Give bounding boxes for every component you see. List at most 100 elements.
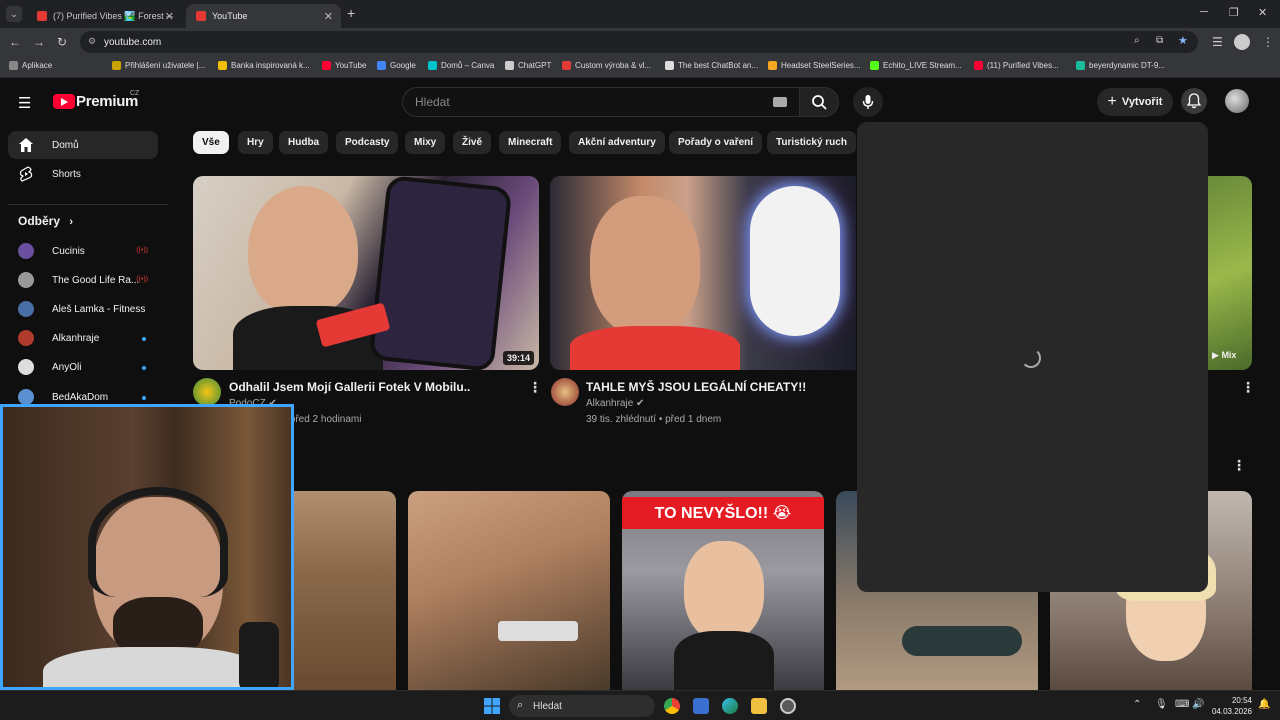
subscription-item[interactable]: AnyOli [8, 353, 158, 381]
back-icon[interactable]: ← [9, 35, 21, 49]
bookmark-item[interactable]: ChatGPT [505, 61, 551, 70]
shorts-menu-icon[interactable]: ⋮ [1232, 457, 1246, 474]
browser-menu-icon[interactable]: ⋮ [1262, 35, 1274, 49]
tab-search-icon[interactable]: ⌄ [6, 6, 22, 22]
store-icon[interactable] [693, 698, 709, 714]
system-clock[interactable]: 20:54 04.03.2026 [1210, 695, 1252, 717]
video-menu-icon[interactable]: ⋮ [528, 379, 542, 396]
webcam-overlay [0, 404, 294, 690]
new-content-dot-icon [142, 366, 146, 370]
bookmark-item[interactable]: Custom výroba & vl... [562, 61, 651, 70]
close-window-icon[interactable]: ✕ [1258, 6, 1267, 19]
channel-name[interactable]: Alkanhraje ✔ [586, 398, 644, 409]
zoom-icon[interactable]: ⌕ [1134, 35, 1140, 46]
subscription-name: The Good Life Ra... [52, 274, 140, 286]
filter-chip[interactable]: Podcasty [336, 131, 399, 154]
bookmark-item[interactable]: Aplikace [9, 61, 52, 70]
clock-time: 20:54 [1231, 696, 1252, 705]
subscriptions-heading[interactable]: Odběry › [18, 214, 73, 228]
keyboard-icon[interactable] [773, 97, 787, 107]
sidebar-item-home[interactable]: Domů [8, 131, 158, 159]
new-content-dot-icon [142, 396, 146, 400]
bookmark-favicon-icon [1076, 61, 1085, 70]
video-thumbnail[interactable] [550, 176, 856, 370]
url-input[interactable]: ⚙ youtube.com ⌕ ⧉ ★ [80, 31, 1198, 53]
account-avatar[interactable] [1225, 89, 1249, 113]
close-tab-icon[interactable]: ✕ [324, 10, 333, 23]
bookmark-favicon-icon [218, 61, 227, 70]
filter-chip[interactable]: Mixy [405, 131, 446, 154]
video-thumbnail[interactable]: 39:14 [193, 176, 539, 370]
file-explorer-icon[interactable] [751, 698, 767, 714]
tray-mic-icon[interactable]: 🎙 [1155, 699, 1168, 710]
sidebar-item-shorts[interactable]: Shorts [8, 160, 158, 188]
chrome-icon[interactable] [664, 698, 680, 714]
create-button[interactable]: + Vytvořit [1097, 88, 1173, 116]
hamburger-menu-icon[interactable]: ☰ [18, 94, 31, 112]
obs-icon[interactable] [780, 698, 796, 714]
filter-chip[interactable]: Turistický ruch [767, 131, 856, 154]
bookmark-item[interactable]: beyerdynamic DT-9... [1076, 61, 1165, 70]
video-menu-icon[interactable]: ⋮ [1241, 379, 1255, 396]
video-thumbnail[interactable]: ▶ Mix [1208, 176, 1252, 370]
filter-chip[interactable]: Hry [238, 131, 273, 154]
subscription-item[interactable]: Alkanhraje [8, 324, 158, 352]
video-title[interactable]: Odhalil Jsem Mojí Gallerii Fotek V Mobil… [229, 380, 470, 394]
notification-center-icon[interactable]: 🔔 [1258, 699, 1270, 710]
bookmark-item[interactable]: Echito_LIVE Stream... [870, 61, 962, 70]
filter-chip[interactable]: Minecraft [499, 131, 562, 154]
bookmark-item[interactable]: Přihlášení uživatele |... [112, 61, 205, 70]
tab-youtube[interactable]: YouTube ✕ [186, 4, 341, 28]
bookmark-item[interactable]: Banka inspirovaná k... [218, 61, 310, 70]
bookmark-item[interactable]: Headset SteelSeries... [768, 61, 861, 70]
search-input[interactable]: Hledat [402, 87, 800, 117]
bookmark-item[interactable]: Domů – Canva [428, 61, 494, 70]
minimize-icon[interactable]: ─ [1200, 6, 1208, 18]
install-icon[interactable]: ⧉ [1156, 35, 1163, 46]
taskbar-search[interactable]: ⌕ Hledat [509, 695, 655, 717]
video-title[interactable]: TAHLE MYŠ JSOU LEGÁLNÍ CHEATY!! [586, 380, 806, 394]
reading-list-icon[interactable]: ☰ [1212, 35, 1223, 49]
bookmark-favicon-icon [665, 61, 674, 70]
bookmark-star-icon[interactable]: ★ [1178, 34, 1188, 47]
short-thumbnail[interactable] [408, 491, 610, 690]
subscription-item[interactable]: Cucinis ((•)) [8, 237, 158, 265]
bookmark-item[interactable]: Google [377, 61, 416, 70]
tray-chevron-icon[interactable]: ⌃ [1133, 699, 1141, 710]
channel-avatar [18, 330, 34, 346]
filter-chip[interactable]: Živě [453, 131, 492, 154]
logo-text[interactable]: Premium [76, 93, 138, 110]
youtube-logo-icon[interactable] [53, 94, 75, 109]
filter-chip[interactable]: Vše [193, 131, 229, 154]
filter-chip[interactable]: Akční adventury [569, 131, 665, 154]
bookmark-item[interactable]: The best ChatBot an... [665, 61, 758, 70]
reload-icon[interactable]: ↻ [57, 35, 67, 49]
channel-avatar[interactable] [551, 378, 579, 406]
short-thumbnail[interactable]: TO NEVYŠLO!! 😭 [622, 491, 824, 690]
bookmark-item[interactable]: (11) Purified Vibes... [974, 61, 1059, 70]
tab-purified-vibes[interactable]: (7) Purified Vibes 🏞️ Forest — ✕ [27, 4, 182, 28]
mix-badge: ▶ Mix [1212, 350, 1236, 361]
forward-icon[interactable]: → [33, 35, 45, 49]
site-info-icon[interactable]: ⚙ [88, 36, 96, 47]
edge-icon[interactable] [722, 698, 738, 714]
notifications-button[interactable] [1181, 88, 1207, 114]
filter-chip[interactable]: Pořady o vaření [669, 131, 763, 154]
filter-chip[interactable]: Hudba [279, 131, 329, 154]
subscription-item[interactable]: The Good Life Ra... ((•)) [8, 266, 158, 294]
close-tab-icon[interactable]: ✕ [165, 10, 174, 23]
short-thumbnail[interactable] [294, 491, 396, 690]
channel-avatar[interactable] [193, 378, 221, 406]
network-icon[interactable]: ⌨ [1175, 699, 1189, 710]
bookmark-item[interactable]: YouTube [322, 61, 366, 70]
video-meta: 39 tis. zhlédnutí • před 1 dnem [586, 414, 722, 425]
create-label: Vytvořit [1121, 96, 1163, 108]
subscription-name: Alkanhraje [52, 332, 100, 344]
subscription-item[interactable]: Aleš Lamka - Fitness [8, 295, 158, 323]
new-tab-button[interactable]: + [347, 5, 355, 21]
voice-search-button[interactable] [853, 87, 883, 117]
profile-icon[interactable] [1234, 34, 1250, 50]
maximize-icon[interactable]: ❐ [1229, 6, 1239, 19]
search-button[interactable] [799, 87, 839, 117]
volume-icon[interactable]: 🔊 [1192, 699, 1204, 710]
